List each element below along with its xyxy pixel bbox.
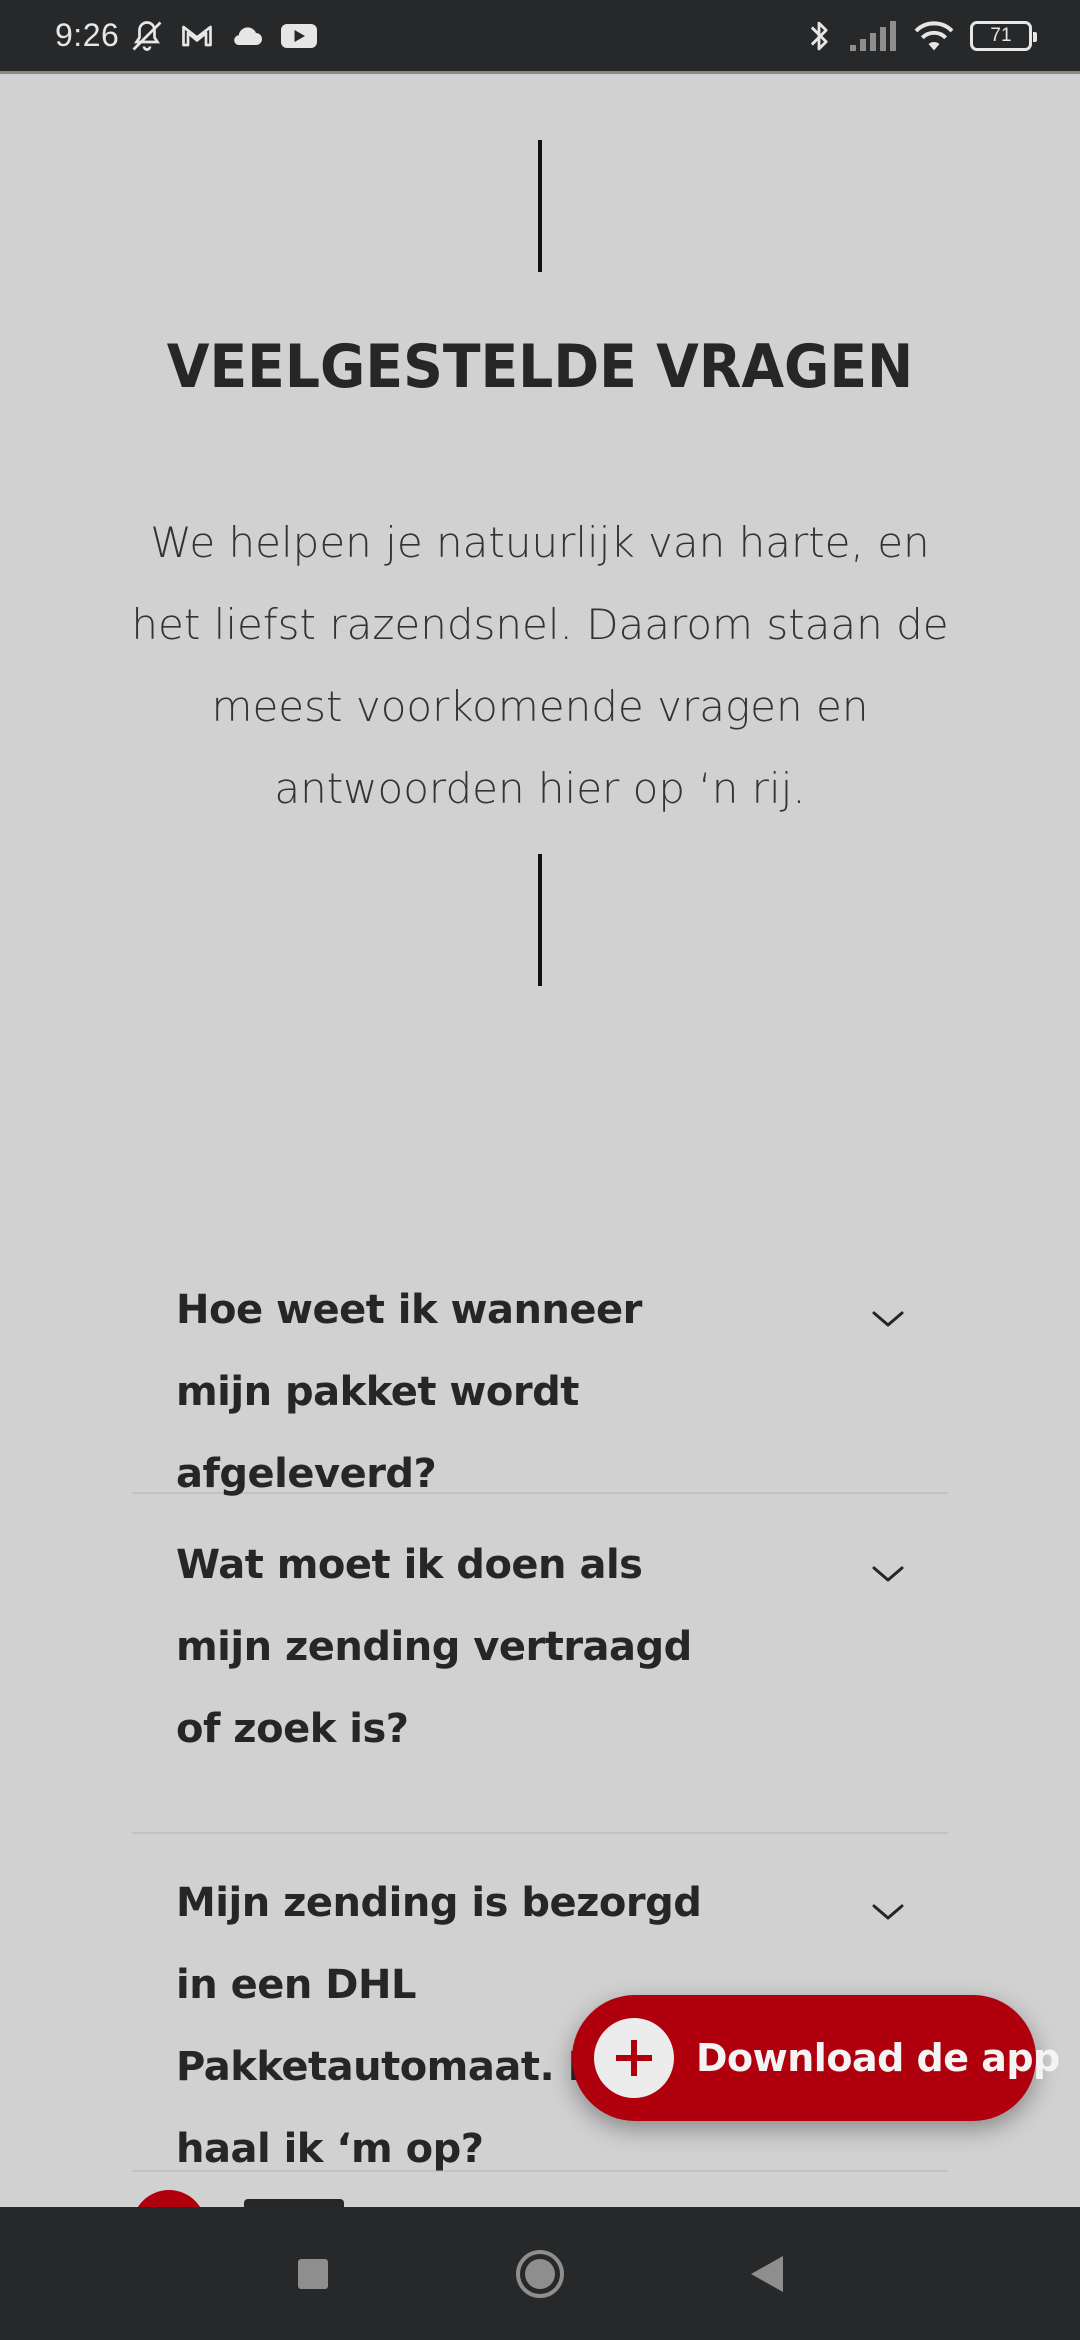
bell-off-icon: [129, 18, 165, 54]
status-right-icons: 71: [804, 16, 1037, 56]
top-divider-line: [538, 140, 542, 272]
faq-item[interactable]: Hoe weet ik wanneer mijn pakket wordt af…: [132, 1249, 948, 1497]
status-bar: 9:26 71: [0, 0, 1080, 74]
system-nav-bar: [0, 2207, 1080, 2340]
chevron-down-icon[interactable]: [868, 1900, 908, 1924]
plus-icon: [594, 2018, 674, 2098]
signal-icon: [848, 19, 898, 53]
chevron-down-icon[interactable]: [868, 1562, 908, 1586]
bluetooth-icon: [804, 16, 834, 56]
faq-question[interactable]: Hoe weet ik wanneer mijn pakket wordt af…: [176, 1269, 736, 1515]
wifi-icon: [912, 18, 956, 54]
back-triangle-icon[interactable]: [727, 2234, 807, 2314]
home-circle-icon[interactable]: [500, 2234, 580, 2314]
faq-intro: We helpen je natuurlijk van harte, en he…: [131, 518, 949, 813]
recents-square-icon[interactable]: [273, 2234, 353, 2314]
status-left-icons: [129, 18, 319, 54]
faq-title: VEELGESTELDE VRAGEN: [166, 332, 914, 402]
middle-divider-line: [538, 854, 542, 986]
download-app-label: Download de app: [696, 2036, 1060, 2080]
download-app-button[interactable]: Download de app: [572, 1995, 1060, 2121]
page-content: VEELGESTELDE VRAGEN We helpen je natuurl…: [0, 77, 1080, 2264]
faq-question[interactable]: Wat moet ik doen als mijn zending vertra…: [176, 1524, 736, 1770]
faq-item[interactable]: Wat moet ik doen als mijn zending vertra…: [132, 1494, 948, 1834]
cloud-icon: [229, 18, 265, 54]
gmail-icon: [179, 18, 215, 54]
battery-icon: 71: [970, 20, 1037, 51]
battery-level: 71: [990, 25, 1012, 46]
chevron-down-icon[interactable]: [868, 1307, 908, 1331]
youtube-icon: [279, 18, 319, 54]
status-time: 9:26: [55, 17, 120, 53]
